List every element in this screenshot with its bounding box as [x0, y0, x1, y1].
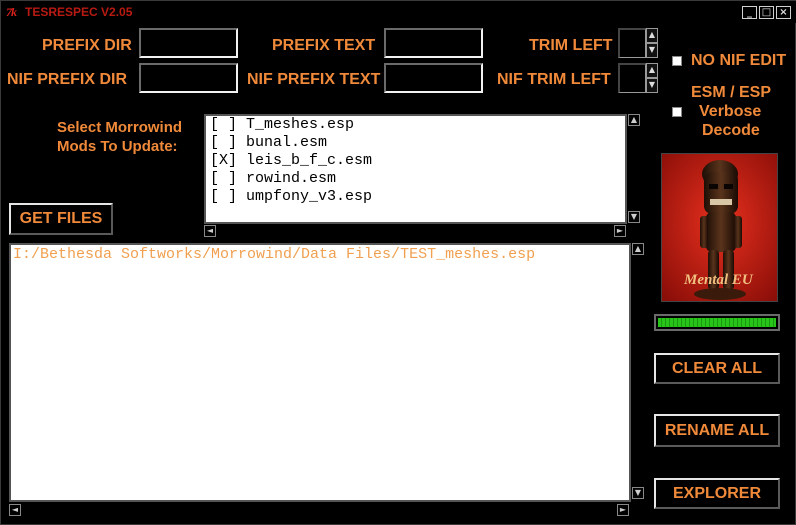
trim-left-label: TRIM LEFT [529, 37, 613, 54]
explorer-button[interactable]: EXPLORER [654, 478, 780, 509]
select-mods-label-line2: Mods To Update: [57, 138, 178, 155]
select-mods-label-line1: Select Morrowind [57, 119, 183, 136]
trim-left-value[interactable] [618, 28, 646, 58]
no-nif-edit-label: NO NIF EDIT [691, 52, 787, 69]
mods-horizontal-scrollbar[interactable]: ◄ ► [204, 224, 627, 238]
scroll-up-icon[interactable]: ▲ [632, 243, 644, 255]
statue-image: Mental EU [661, 153, 778, 302]
maximize-button[interactable]: □ [759, 6, 774, 19]
prefix-text-label: PREFIX TEXT [272, 37, 376, 54]
console-horizontal-scrollbar[interactable]: ◄ ► [9, 503, 631, 517]
spin-up-icon[interactable]: ▲ [646, 28, 658, 43]
trim-left-spinbox[interactable]: ▲ ▼ [618, 28, 658, 58]
verbose-decode-checkbox[interactable] [672, 107, 682, 117]
verbose-label: Verbose [699, 103, 762, 120]
scroll-right-icon[interactable]: ► [614, 225, 626, 237]
clear-all-button[interactable]: CLEAR ALL [654, 353, 780, 384]
nif-prefix-text-input[interactable] [384, 63, 483, 93]
nif-trim-left-value[interactable] [618, 63, 646, 93]
title-bar[interactable]: 7k TESRESPEC V2.05 _ □ × [1, 1, 796, 23]
console-vertical-scrollbar[interactable]: ▲ ▼ [631, 243, 645, 502]
progress-fill [658, 318, 776, 327]
tk-feather-icon: 7k [6, 5, 17, 19]
spin-up-icon[interactable]: ▲ [646, 63, 658, 78]
get-files-button[interactable]: GET FILES [9, 203, 113, 235]
nif-prefix-dir-input[interactable] [139, 63, 238, 93]
nif-trim-left-label: NIF TRIM LEFT [497, 71, 611, 88]
nif-prefix-text-label: NIF PREFIX TEXT [247, 71, 381, 88]
mods-listbox[interactable]: [ ] T_meshes.esp [ ] bunal.esm [X] leis_… [204, 114, 627, 224]
output-console[interactable]: I:/Bethesda Softworks/Morrowind/Data Fil… [9, 243, 631, 502]
scroll-down-icon[interactable]: ▼ [628, 211, 640, 223]
mod-list-item[interactable]: [ ] T_meshes.esp [206, 116, 625, 134]
main-window: 7k TESRESPEC V2.05 _ □ × PREFIX DIR PREF… [0, 0, 796, 525]
esm-esp-label: ESM / ESP [691, 84, 772, 101]
mod-list-item[interactable]: [ ] umpfony_v3.esp [206, 188, 625, 206]
no-nif-edit-checkbox[interactable] [672, 56, 682, 66]
decode-label: Decode [702, 122, 760, 139]
scroll-right-icon[interactable]: ► [617, 504, 629, 516]
close-button[interactable]: × [776, 6, 791, 19]
nif-prefix-dir-label: NIF PREFIX DIR [7, 71, 128, 88]
scroll-left-icon[interactable]: ◄ [9, 504, 21, 516]
spin-down-icon[interactable]: ▼ [646, 43, 658, 58]
mod-list-item[interactable]: [X] leis_b_f_c.esm [206, 152, 625, 170]
rename-all-button[interactable]: RENAME ALL [654, 414, 780, 447]
spin-down-icon[interactable]: ▼ [646, 78, 658, 93]
image-caption: Mental EU [684, 272, 753, 288]
scroll-down-icon[interactable]: ▼ [632, 487, 644, 499]
mod-list-item[interactable]: [ ] rowind.esm [206, 170, 625, 188]
window-title: TESRESPEC V2.05 [25, 5, 133, 19]
minimize-button[interactable]: _ [742, 6, 757, 19]
prefix-text-input[interactable] [384, 28, 483, 58]
scroll-up-icon[interactable]: ▲ [628, 114, 640, 126]
scroll-left-icon[interactable]: ◄ [204, 225, 216, 237]
nif-trim-left-spinbox[interactable]: ▲ ▼ [618, 63, 658, 93]
prefix-dir-input[interactable] [139, 28, 238, 58]
mods-vertical-scrollbar[interactable]: ▲ ▼ [627, 114, 641, 224]
progress-bar [654, 314, 780, 331]
prefix-dir-label: PREFIX DIR [42, 37, 132, 54]
mod-list-item[interactable]: [ ] bunal.esm [206, 134, 625, 152]
console-line: I:/Bethesda Softworks/Morrowind/Data Fil… [13, 246, 536, 263]
